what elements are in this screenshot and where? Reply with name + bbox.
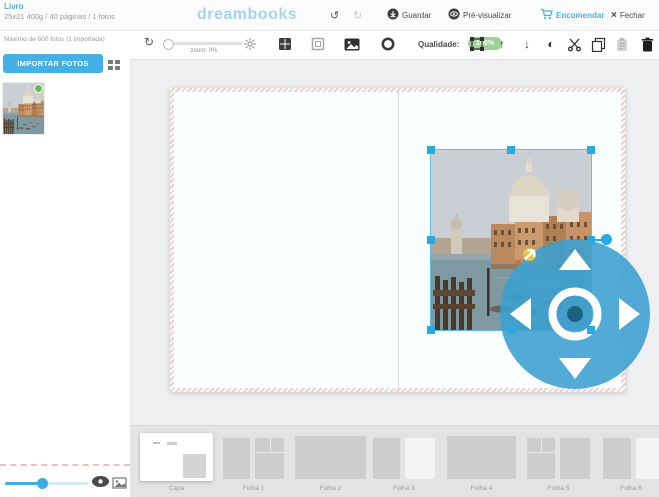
undo-button[interactable]: ↺ (330, 0, 339, 30)
cover-title-mark (167, 442, 177, 445)
eye-icon[interactable] (91, 475, 110, 493)
paste-icon[interactable] (614, 36, 630, 52)
page-thumb-cover[interactable] (140, 433, 213, 481)
project-specs: 25x21 400g / 40 páginas / 1 fotos (4, 12, 115, 21)
redo-icon: ↻ (353, 9, 362, 22)
resize-handle-n[interactable] (507, 146, 515, 154)
send-backward-icon[interactable]: ↓ (519, 36, 535, 52)
page-thumb-folha4[interactable] (447, 436, 516, 479)
header-bar: Livro 25x21 400g / 40 páginas / 1 fotos … (0, 0, 659, 31)
page-label-folha3: Folha 3 (373, 485, 435, 492)
cut-icon[interactable] (566, 36, 582, 52)
layouts-icon[interactable] (277, 36, 293, 52)
settings-icon[interactable] (380, 36, 396, 52)
save-icon (387, 8, 399, 22)
selected-photo[interactable] (431, 150, 591, 330)
page-thumb-folha2[interactable] (295, 436, 366, 479)
resize-handle-sw[interactable] (427, 326, 435, 334)
resize-handle-se[interactable] (587, 326, 595, 334)
undo-icon: ↺ (330, 9, 339, 22)
project-name[interactable]: Livro (4, 2, 115, 12)
page-label-folha5: Folha 5 (527, 485, 590, 492)
photo-thumbnail[interactable] (3, 83, 44, 134)
order-label: Encomendar (556, 11, 604, 20)
drop-zone-divider (0, 464, 130, 466)
photo-display-icon[interactable] (112, 476, 127, 494)
close-icon: × (611, 10, 617, 21)
close-button[interactable]: × Fechar (611, 0, 645, 30)
thumb-grid-line (270, 438, 271, 452)
edit-photo-badge[interactable] (523, 248, 536, 261)
close-label: Fechar (620, 11, 645, 20)
page-label-folha2: Folha 2 (295, 485, 366, 492)
cover-spine-mark (153, 442, 160, 444)
save-label: Guardar (402, 11, 431, 20)
frames-icon[interactable] (310, 36, 326, 52)
page-thumb-folha3-right[interactable] (405, 438, 435, 479)
import-photos-button[interactable]: IMPORTAR FOTOS (3, 54, 103, 73)
preview-icon (448, 8, 460, 22)
page-thumb-folha6-right[interactable] (636, 438, 659, 479)
photobook-editor: Livro 25x21 400g / 40 páginas / 1 fotos … (0, 0, 659, 497)
dreambooks-logo: dreambooks (197, 6, 293, 24)
canvas-zoom-slider[interactable] (165, 42, 243, 45)
slider-thumb[interactable] (37, 478, 48, 489)
bring-forward-icon[interactable]: ↑ (494, 36, 510, 52)
editor-canvas[interactable] (130, 60, 659, 425)
backgrounds-icon[interactable] (344, 36, 360, 52)
page-fold-line (398, 92, 399, 388)
resize-handle-w[interactable] (427, 236, 435, 244)
page-label-capa: Capa (140, 485, 213, 492)
page-thumb-folha1-right[interactable] (255, 438, 284, 479)
preview-button[interactable]: Pré-visualizar (448, 0, 511, 30)
resize-handle-nw[interactable] (427, 146, 435, 154)
page-thumb-folha5-left[interactable] (527, 438, 555, 479)
contrast-icon[interactable]: ◐ (543, 36, 559, 52)
cover-photo-placeholder (183, 454, 206, 478)
page-thumb-folha1-left[interactable] (223, 438, 250, 479)
project-info: Livro 25x21 400g / 40 páginas / 1 fotos (4, 2, 115, 21)
editor-toolbar: ↻ zoom: 0% Qualidade: 100% ↑ ↓ (130, 30, 659, 60)
delete-icon[interactable] (639, 36, 655, 52)
page-thumb-folha6-left[interactable] (603, 438, 631, 479)
preview-label: Pré-visualizar (463, 11, 511, 20)
photos-sidebar: Máximo de 600 fotos (1 importada) IMPORT… (0, 30, 131, 497)
pages-strip: Capa Folha 1 Folha 2 Folha 3 Folha 4 Fol… (130, 425, 659, 497)
page-label-folha4: Folha 4 (447, 485, 516, 492)
transform-icon[interactable] (469, 36, 485, 52)
redo-button[interactable]: ↻ (353, 0, 362, 30)
save-button[interactable]: Guardar (387, 0, 431, 30)
page-label-folha6: Folha 6 (603, 485, 659, 492)
page-thumb-folha5-right[interactable] (560, 438, 590, 479)
quality-label: Qualidade: (418, 40, 459, 49)
photos-limit-note: Máximo de 600 fotos (1 importada) (4, 36, 128, 43)
grid-view-icon[interactable] (107, 58, 121, 76)
cliparts-icon[interactable] (242, 36, 258, 52)
cart-icon (540, 8, 553, 22)
photo-used-indicator (34, 84, 43, 93)
page-label-folha1: Folha 1 (223, 485, 284, 492)
thumbnail-size-slider[interactable] (5, 482, 88, 485)
order-button[interactable]: Encomendar (540, 0, 604, 30)
reset-zoom-icon[interactable]: ↻ (144, 35, 154, 49)
copy-icon[interactable] (590, 36, 606, 52)
resize-handle-ne[interactable] (587, 146, 595, 154)
thumb-grid-line (255, 452, 284, 453)
resize-handle-e[interactable] (587, 236, 595, 244)
thumb-grid-line (527, 452, 555, 453)
zoom-value-label: zoom: 0% (165, 48, 243, 54)
page-thumb-folha3-left[interactable] (373, 438, 400, 479)
thumb-grid-line (541, 438, 542, 452)
resize-handle-s[interactable] (507, 326, 515, 334)
